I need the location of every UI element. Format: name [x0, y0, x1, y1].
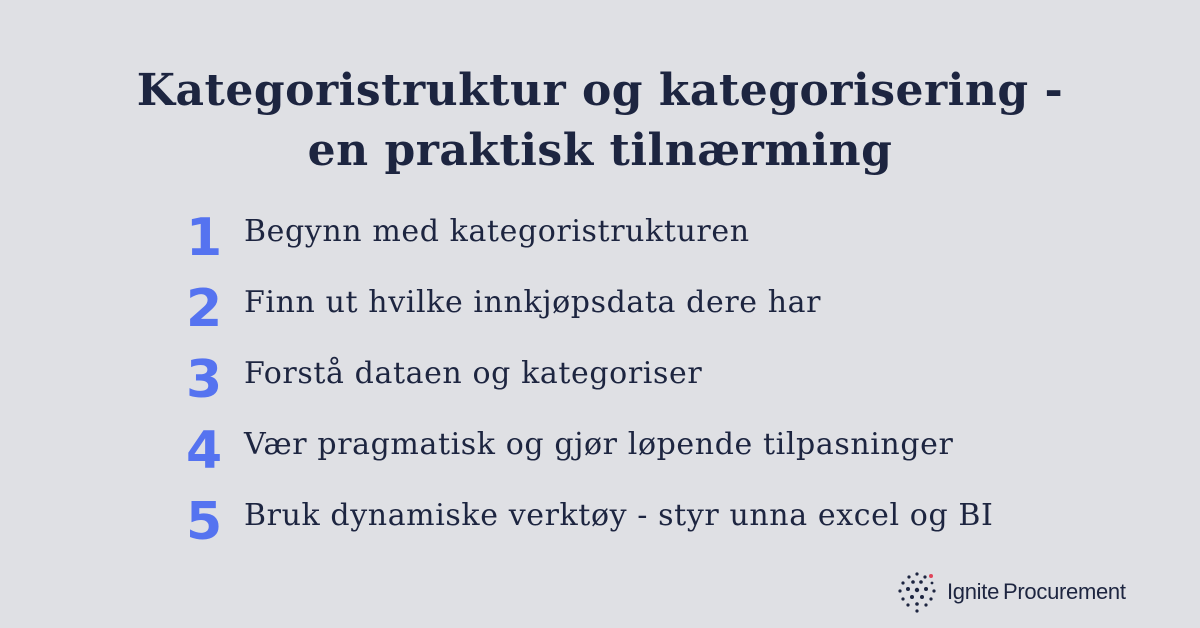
brand-name: Ignite Procurement [947, 579, 1126, 605]
step-number: 1 [186, 207, 223, 268]
step-number: 4 [186, 420, 223, 481]
list-item: 2 Finn ut hvilke innkjøpsdata dere har [186, 267, 1146, 338]
list-item: 1 Begynn med kategoristrukturen [186, 196, 1146, 267]
title-line-2: en praktisk tilnærming [307, 125, 893, 177]
brand-name-word-2: Procurement [1003, 579, 1126, 604]
step-text: Finn ut hvilke innkjøpsdata dere har [244, 285, 822, 320]
step-number: 3 [186, 349, 223, 410]
list-item: 4 Vær pragmatisk og gjør løpende tilpasn… [186, 409, 1146, 480]
brand-logo: Ignite Procurement [895, 570, 1126, 614]
title-line-1: Kategoristruktur og kategorisering - [136, 65, 1064, 117]
step-text: Vær pragmatisk og gjør løpende tilpasnin… [244, 427, 954, 462]
list-item: 3 Forstå dataen og kategoriser [186, 338, 1146, 409]
step-text: Forstå dataen og kategoriser [244, 356, 703, 391]
steps-list: 1 Begynn med kategoristrukturen 2 Finn u… [186, 196, 1146, 551]
list-item: 5 Bruk dynamiske verktøy - styr unna exc… [186, 480, 1146, 551]
step-number: 2 [186, 278, 223, 339]
step-text: Begynn med kategoristrukturen [244, 214, 750, 249]
page-title: Kategoristruktur og kategorisering - en … [0, 61, 1200, 181]
step-text: Bruk dynamiske verktøy - styr unna excel… [244, 498, 994, 533]
dot-sphere-icon [898, 572, 936, 613]
brand-name-word-1: Ignite [947, 579, 1000, 604]
step-number: 5 [186, 491, 223, 552]
